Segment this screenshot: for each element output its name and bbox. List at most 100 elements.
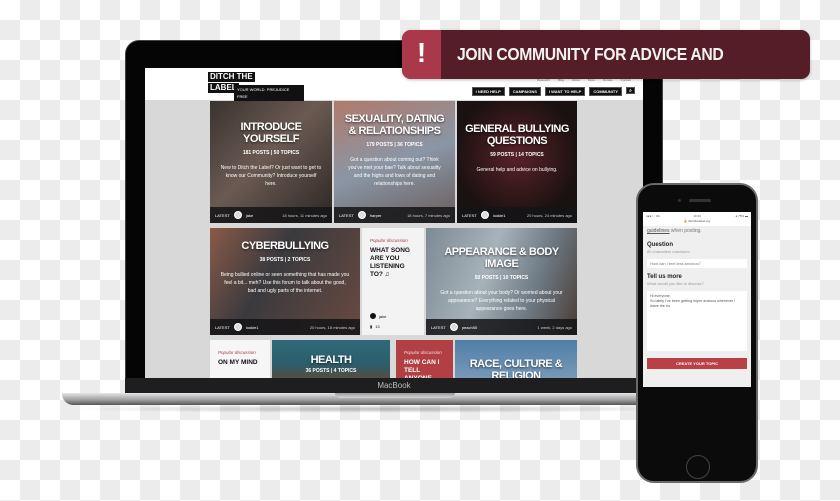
card-latest: LATEST peach55 1 week, 2 days ago [426, 319, 577, 335]
main-nav: I NEED HELP CAMPAIGNS I WANT TO HELP COM… [471, 87, 635, 96]
forum-card-general-bullying[interactable]: GENERAL BULLYING QUESTIONS 59 POSTS | 14… [457, 101, 577, 223]
card-latest: LATEST harper 18 hours, 7 minutes ago [334, 207, 455, 223]
forum-card-appearance[interactable]: APPEARANCE & BODY IMAGE 50 POSTS | 10 TO… [426, 228, 577, 335]
popular-question: WHAT SONG ARE YOU LISTENING TO? ♫ [370, 247, 410, 278]
phone-device: ●●●○○ 3G 10:43 🔒 ditchthelabel.org ● 75%… [636, 183, 758, 483]
card-title: INTRODUCE YOURSELF [240, 121, 302, 145]
forum-card-introduce[interactable]: INTRODUCE YOURSELF 181 POSTS | 50 TOPICS… [210, 101, 332, 223]
more-label: Tell us more [647, 274, 682, 280]
popular-discussion-song[interactable]: Popular discussion WHAT SONG ARE YOU LIS… [362, 228, 424, 335]
comment-icon: ▮ [370, 324, 373, 329]
popular-label: Popular discussion [370, 238, 408, 243]
question-input[interactable]: How can I feel less anxious? [647, 259, 747, 268]
signal-indicator: ●●●○○ 3G [646, 214, 660, 218]
more-hint: What would you like to discuss? [647, 281, 704, 286]
exclamation-icon: ! [402, 30, 441, 79]
camera-icon [678, 199, 681, 202]
laptop-notch [335, 393, 455, 398]
logo-line1: DITCH THE [208, 72, 255, 82]
card-counts: 181 POSTS | 50 TOPICS [242, 150, 300, 156]
phone-screen: ●●●○○ 3G 10:43 🔒 ditchthelabel.org ● 75%… [643, 212, 751, 387]
card-title: SEXUALITY, DATING & RELATIONSHIPS [344, 113, 445, 137]
avatar [370, 313, 376, 319]
popular-user[interactable]: jake [379, 314, 386, 319]
laptop-screen: DITCH THE LABEL YOUR WORLD. PREJUDICE FR… [145, 68, 643, 378]
forum-card-cyberbullying[interactable]: CYBERBULLYING 38 POSTS | 2 TOPICS Being … [210, 228, 360, 335]
latest-time: 18 hours, 11 minutes ago [282, 212, 327, 218]
search-icon[interactable]: ⌕ [626, 87, 635, 94]
latest-label: LATEST [215, 212, 230, 218]
popular-question: ON MY MIND [218, 359, 258, 366]
reply-count: 13 [375, 324, 380, 329]
popular-question: HOW CAN I TELL ANYONE [404, 359, 440, 378]
card-title: GENERAL BULLYING QUESTIONS [465, 123, 569, 147]
latest-time: 18 hours, 7 minutes ago [407, 212, 450, 218]
card-title: RACE, CULTURE & RELIGION [469, 358, 563, 378]
phone-status-bar: ●●●○○ 3G 10:43 🔒 ditchthelabel.org ● 75%… [643, 212, 751, 226]
guidelines-link[interactable]: guidelines [647, 228, 670, 234]
latest-label: LATEST [339, 212, 354, 218]
card-counts: 36 POSTS | 4 TOPICS [305, 368, 357, 374]
popular-author: jake [370, 313, 386, 319]
guidelines-text: guidelines when posting. [643, 226, 751, 236]
latest-time: 20 hours, 18 minutes ago [309, 324, 355, 330]
card-desc: Got a question about coming out? Think y… [348, 157, 441, 187]
forum-card-race-culture[interactable]: RACE, CULTURE & RELIGION [455, 340, 577, 378]
latest-user[interactable]: lookie1 [246, 325, 259, 330]
forum-card-sexuality[interactable]: SEXUALITY, DATING & RELATIONSHIPS 179 PO… [334, 101, 455, 223]
nav-campaigns[interactable]: CAMPAIGNS [508, 87, 541, 96]
join-community-banner[interactable]: ! JOIN COMMUNITY FOR ADVICE AND SUPPORT [402, 30, 810, 79]
guidelines-rest: when posting. [669, 228, 702, 234]
question-label: Question [647, 242, 674, 248]
create-topic-button[interactable]: CREATE YOUR TOPIC [647, 358, 747, 369]
popular-label: Popular discussion [404, 350, 442, 355]
card-latest: LATEST jake 18 hours, 11 minutes ago [210, 207, 332, 223]
card-counts: 59 POSTS | 14 TOPICS [490, 152, 544, 158]
latest-label: LATEST [462, 212, 477, 218]
home-button[interactable] [686, 455, 710, 479]
speaker-grille [689, 199, 711, 202]
question-hint: 80 characters maximum [647, 249, 690, 254]
avatar [449, 323, 458, 331]
avatar [480, 211, 489, 219]
more-textarea[interactable]: Hi everyone, So lately I've been getting… [647, 291, 747, 351]
card-counts: 50 POSTS | 10 TOPICS [474, 275, 529, 281]
avatar [233, 323, 242, 331]
forum-card-health[interactable]: HEALTH 36 POSTS | 4 TOPICS [272, 340, 390, 378]
card-counts: 38 POSTS | 2 TOPICS [259, 257, 311, 263]
latest-user[interactable]: jake [246, 213, 253, 218]
avatar [233, 211, 242, 219]
avatar [357, 211, 366, 219]
card-latest: LATEST lookie1 20 hours, 18 minutes ago [210, 319, 360, 335]
latest-user[interactable]: lookie1 [493, 213, 506, 218]
card-title: APPEARANCE & BODY IMAGE [444, 246, 559, 270]
card-title: CYBERBULLYING [241, 240, 329, 252]
logo-tagline: YOUR WORLD. PREJUDICE FREE [234, 85, 304, 101]
card-desc: General help and advice on bullying. [476, 167, 558, 173]
nav-i-want-to-help[interactable]: I WANT TO HELP [544, 87, 586, 96]
nav-community[interactable]: COMMUNITY [589, 87, 622, 96]
card-desc: New to Ditch the Label? Or just want to … [220, 165, 322, 187]
latest-label: LATEST [215, 324, 230, 330]
latest-label: LATEST [431, 324, 446, 330]
site-logo[interactable]: DITCH THE LABEL YOUR WORLD. PREJUDICE FR… [208, 72, 304, 101]
popular-discussion-on-my-mind[interactable]: Popular discussion ON MY MIND [210, 340, 270, 378]
url-bar[interactable]: 🔒 ditchthelabel.org [643, 219, 751, 224]
card-counts: 179 POSTS | 36 TOPICS [366, 142, 423, 148]
card-title: HEALTH [310, 354, 352, 366]
card-desc: Being bullied online or seen something t… [220, 272, 350, 294]
latest-user[interactable]: peach55 [462, 325, 477, 330]
banner-text: JOIN COMMUNITY FOR ADVICE AND SUPPORT [457, 44, 724, 64]
laptop-chin: MacBook [125, 378, 663, 393]
nav-i-need-help[interactable]: I NEED HELP [471, 87, 505, 96]
latest-user[interactable]: harper [370, 213, 382, 218]
popular-replies: ▮ 13 [370, 324, 380, 329]
popular-discussion-how-can-i-tell[interactable]: Popular discussion HOW CAN I TELL ANYONE [396, 340, 453, 378]
laptop-shadow [70, 405, 690, 413]
battery-indicator: ● 75% ▬ [735, 214, 748, 218]
latest-time: 20 hours, 24 minutes ago [526, 212, 572, 218]
popular-label: Popular discussion [218, 350, 256, 355]
card-latest: LATEST lookie1 20 hours, 24 minutes ago [457, 207, 577, 223]
card-desc: Got a question about your body? Or worri… [440, 290, 563, 312]
latest-time: 1 week, 2 days ago [537, 324, 572, 330]
